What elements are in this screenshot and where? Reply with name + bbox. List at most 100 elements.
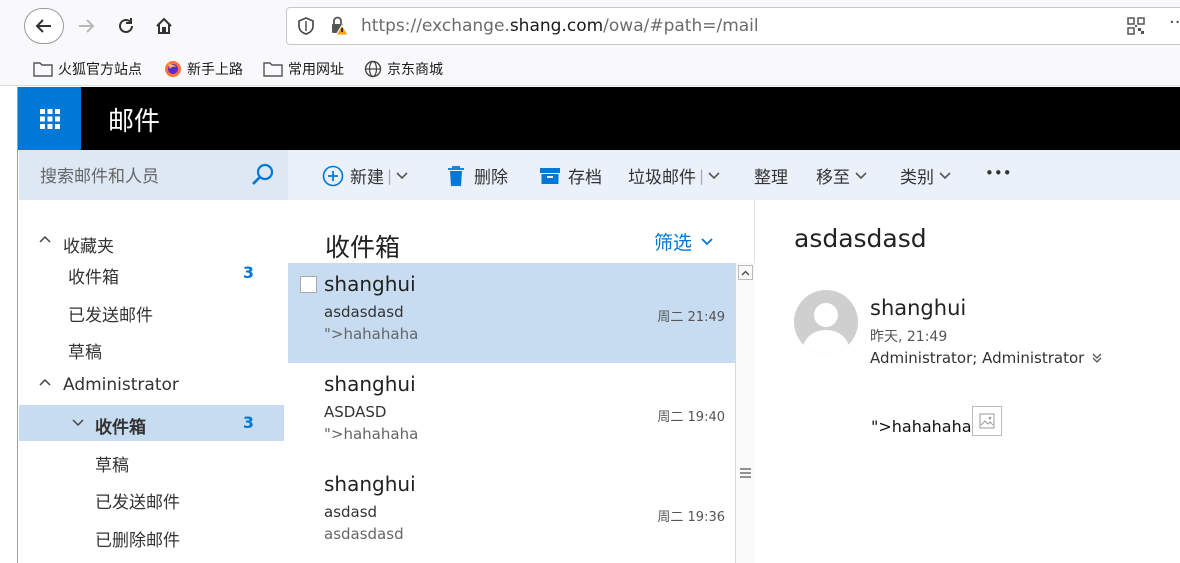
move-label: 移至 bbox=[816, 168, 850, 188]
chevron-down-icon[interactable] bbox=[708, 171, 720, 180]
folder-label: 草稿 bbox=[68, 343, 102, 363]
search-box[interactable]: 搜索邮件和人员 bbox=[19, 150, 288, 200]
bookmark-item[interactable]: 火狐官方站点 bbox=[33, 58, 142, 80]
chevron-up-icon bbox=[39, 235, 51, 243]
page-actions-more[interactable]: ·· bbox=[1169, 12, 1180, 33]
waffle-icon bbox=[39, 108, 60, 129]
search-icon[interactable] bbox=[251, 162, 275, 186]
chevron-down-icon bbox=[855, 171, 867, 179]
home-button[interactable] bbox=[150, 12, 178, 40]
message-subject: asdasd bbox=[324, 503, 378, 521]
scroll-up-button[interactable] bbox=[738, 265, 753, 280]
message-subject: ASDASD bbox=[324, 403, 387, 421]
bookmark-item[interactable]: 常用网址 bbox=[263, 58, 344, 80]
back-button[interactable] bbox=[24, 8, 64, 44]
message-time: 周二 19:40 bbox=[657, 410, 725, 425]
folder-icon bbox=[263, 61, 283, 77]
folder-item-inbox-selected[interactable]: 收件箱 3 bbox=[19, 405, 284, 441]
qr-code-icon[interactable] bbox=[1127, 17, 1145, 35]
new-button[interactable]: 新建 | bbox=[322, 163, 408, 188]
account-header[interactable]: Administrator bbox=[19, 367, 284, 403]
categorize-button[interactable]: 类别 bbox=[900, 163, 951, 188]
favorites-label: 收藏夹 bbox=[63, 237, 114, 257]
chevron-up-icon bbox=[39, 378, 51, 386]
address-bar[interactable]: https://exchange.shang.com/owa/#path=/ma… bbox=[286, 7, 1180, 45]
message-preview: ">hahahaha bbox=[324, 425, 419, 443]
delete-button[interactable]: 删除 bbox=[446, 163, 508, 188]
browser-toolbar: https://exchange.shang.com/owa/#path=/ma… bbox=[0, 0, 1180, 52]
trash-icon bbox=[448, 165, 464, 186]
folder-item-drafts[interactable]: 草稿 bbox=[19, 330, 284, 366]
folder-item-inbox[interactable]: 收件箱 3 bbox=[19, 255, 284, 291]
folder-label: 已发送邮件 bbox=[95, 493, 180, 513]
message-sender: shanghui bbox=[324, 272, 416, 296]
plus-circle-icon bbox=[322, 165, 344, 186]
url-path: /owa/#path=/mail bbox=[603, 16, 759, 36]
separator: | bbox=[699, 166, 705, 185]
reload-button[interactable] bbox=[112, 12, 140, 40]
message-subject: asdasdasd bbox=[324, 303, 404, 321]
scroll-grip-icon[interactable] bbox=[740, 468, 751, 478]
broken-image-icon bbox=[971, 406, 1002, 436]
unread-count: 3 bbox=[242, 263, 254, 282]
message-preview: ">hahahaha bbox=[324, 325, 419, 343]
more-commands-button[interactable]: ••• bbox=[985, 164, 1012, 182]
message-item[interactable]: shanghui asdasdasd ">hahahaha 周二 21:49 bbox=[288, 263, 735, 363]
shield-icon[interactable] bbox=[297, 17, 315, 35]
filter-button[interactable]: 筛选 bbox=[654, 228, 713, 255]
folder-item-deleted[interactable]: 已删除邮件 bbox=[19, 518, 284, 554]
sender-name[interactable]: shanghui bbox=[870, 296, 966, 320]
reading-pane: asdasdasd shanghui 昨天, 21:49 Administrat… bbox=[756, 200, 1180, 563]
filter-label: 筛选 bbox=[654, 232, 693, 254]
lock-warning-icon[interactable] bbox=[329, 16, 349, 36]
message-preview: asdasdasd bbox=[324, 525, 404, 543]
chevron-down-icon bbox=[701, 237, 713, 245]
window-left-edge bbox=[0, 87, 18, 563]
message-checkbox[interactable] bbox=[300, 276, 317, 293]
bookmark-label: 火狐官方站点 bbox=[58, 62, 142, 78]
folder-label: 草稿 bbox=[95, 456, 129, 476]
new-label: 新建 bbox=[350, 168, 384, 188]
message-item[interactable]: shanghui asdasd asdasdasd 周二 19:36 bbox=[288, 463, 735, 563]
sweep-button[interactable]: 整理 bbox=[754, 163, 788, 188]
recipients-label: Administrator; Administrator bbox=[870, 349, 1085, 367]
message-list: 收件箱 筛选 shanghui asdasdasd ">hahahaha 周二 … bbox=[288, 200, 755, 563]
arrow-right-icon bbox=[79, 19, 95, 33]
junk-label: 垃圾邮件 bbox=[628, 168, 696, 188]
folder-item-sent[interactable]: 已发送邮件 bbox=[19, 480, 284, 516]
firefox-icon bbox=[164, 60, 182, 78]
url-prefix: https://exchange. bbox=[361, 16, 510, 36]
categorize-label: 类别 bbox=[900, 168, 934, 188]
bookmark-item[interactable]: 京东商城 bbox=[364, 58, 443, 80]
unread-count: 3 bbox=[242, 413, 254, 432]
bookmarks-bar: 火狐官方站点 新手上路 常用网址 京东商城 bbox=[0, 52, 1180, 86]
forward-button[interactable] bbox=[72, 12, 100, 40]
separator: | bbox=[387, 166, 393, 185]
chevron-up-icon bbox=[741, 270, 750, 275]
chevron-down-icon bbox=[939, 171, 951, 179]
folder-label: 收件箱 bbox=[95, 418, 146, 438]
search-input[interactable]: 搜索邮件和人员 bbox=[40, 162, 159, 187]
chevron-down-icon bbox=[72, 419, 84, 427]
folder-label: 已发送邮件 bbox=[68, 306, 153, 326]
recipients[interactable]: Administrator; Administrator bbox=[870, 349, 1103, 367]
bookmark-label: 常用网址 bbox=[288, 62, 344, 78]
junk-button[interactable]: 垃圾邮件 | bbox=[628, 163, 720, 188]
sent-date: 昨天, 21:49 bbox=[870, 329, 948, 345]
message-list-scrollbar[interactable] bbox=[735, 263, 755, 563]
message-body: ">hahahaha bbox=[871, 406, 1002, 436]
folder-item-drafts[interactable]: 草稿 bbox=[19, 443, 284, 479]
archive-button[interactable]: 存档 bbox=[540, 163, 602, 188]
app-launcher-button[interactable] bbox=[18, 87, 81, 150]
move-to-button[interactable]: 移至 bbox=[816, 163, 867, 188]
url-text[interactable]: https://exchange.shang.com/owa/#path=/ma… bbox=[361, 16, 759, 36]
body-text: ">hahahaha bbox=[871, 417, 972, 436]
bookmark-item[interactable]: 新手上路 bbox=[164, 58, 243, 80]
message-item[interactable]: shanghui ASDASD ">hahahaha 周二 19:40 bbox=[288, 363, 735, 463]
archive-label: 存档 bbox=[568, 168, 602, 188]
double-chevron-down-icon[interactable] bbox=[1091, 352, 1103, 364]
folder-item-sent[interactable]: 已发送邮件 bbox=[19, 293, 284, 329]
person-icon bbox=[802, 303, 850, 354]
chevron-down-icon[interactable] bbox=[396, 171, 408, 180]
app-title: 邮件 bbox=[108, 107, 161, 137]
